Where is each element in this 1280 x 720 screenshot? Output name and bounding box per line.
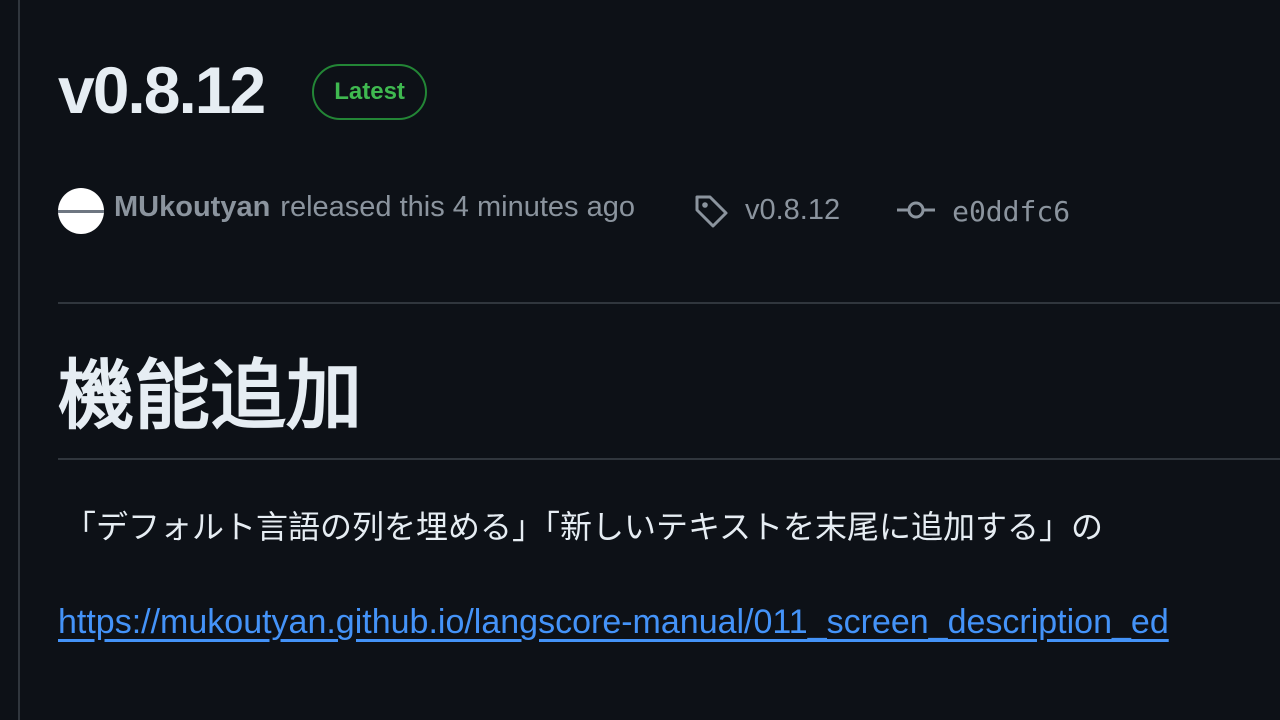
release-header: v0.8.12 Latest (58, 50, 427, 130)
header-divider (58, 302, 1280, 304)
tag-link[interactable]: v0.8.12 (745, 194, 840, 227)
release-meta: MUkoutyan released this 4 minutes ago v0… (58, 180, 1070, 234)
release-page: v0.8.12 Latest MUkoutyan released this 4… (0, 0, 1280, 720)
notes-body: 「デフォルト言語の列を埋める」「新しいテキストを末尾に追加する」の (64, 509, 1104, 545)
commit-link[interactable]: e0ddfc6 (952, 195, 1070, 228)
tag-icon (693, 193, 729, 229)
release-title[interactable]: v0.8.12 (58, 50, 266, 130)
git-commit-icon (896, 200, 936, 220)
heading-divider (58, 458, 1280, 460)
author-link[interactable]: MUkoutyan (114, 191, 270, 224)
manual-link[interactable]: https://mukoutyan.github.io/langscore-ma… (58, 598, 1169, 646)
released-time: released this 4 minutes ago (280, 190, 635, 223)
notes-heading: 機能追加 (58, 354, 362, 439)
timeline-border (18, 0, 20, 720)
latest-badge: Latest (312, 64, 427, 120)
author-avatar[interactable] (58, 188, 104, 234)
